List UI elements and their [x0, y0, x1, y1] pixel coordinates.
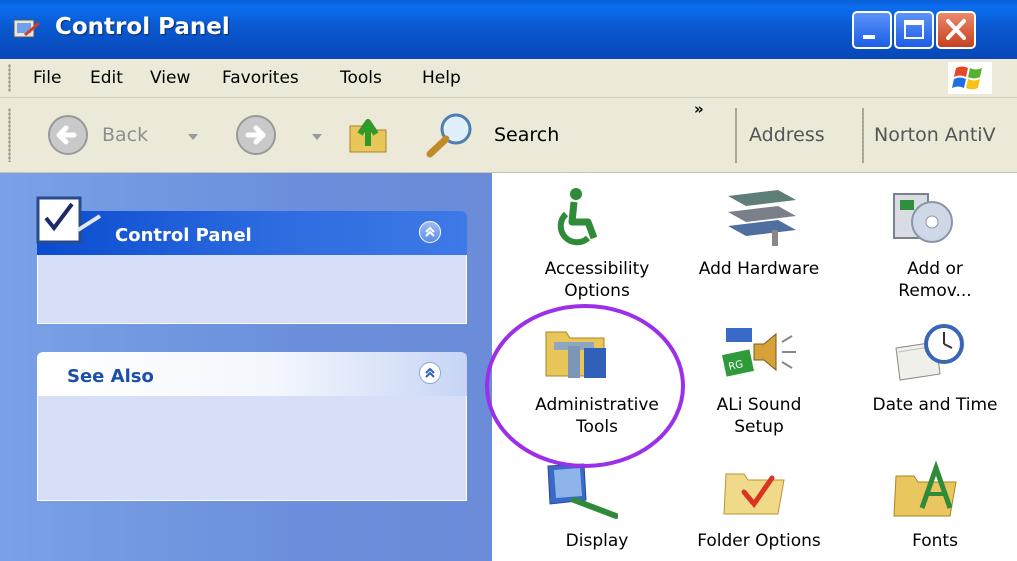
menu-view[interactable]: View — [150, 68, 190, 88]
fonts-icon[interactable] — [892, 460, 964, 520]
search-button[interactable]: Search — [420, 110, 580, 158]
back-dropdown-icon — [188, 134, 198, 140]
windows-logo-icon — [948, 62, 992, 94]
item-label: Options — [564, 281, 630, 301]
close-icon — [946, 19, 966, 40]
control-panel-icon — [13, 19, 40, 38]
back-arrow-icon — [48, 115, 88, 155]
item-label: Add or — [907, 259, 963, 279]
date-time-item[interactable]: Date and Time — [850, 394, 1017, 416]
up-folder-icon[interactable] — [346, 112, 392, 156]
control-panel-box-body — [37, 255, 467, 324]
minimize-button[interactable] — [852, 11, 892, 49]
accessibility-icon[interactable] — [544, 186, 606, 248]
address-label[interactable]: Address — [749, 124, 825, 146]
menu-tools[interactable]: Tools — [340, 68, 382, 88]
menu-favorites[interactable]: Favorites — [222, 68, 299, 88]
control-panel-checklist-icon — [36, 196, 102, 244]
control-panel-box-title: Control Panel — [115, 225, 252, 246]
date-time-icon[interactable] — [890, 322, 970, 382]
highlight-circle — [485, 304, 685, 468]
fonts-item[interactable]: Fonts — [850, 530, 1017, 552]
item-label: Fonts — [912, 531, 958, 551]
add-remove-programs-item[interactable]: Add or Remov... — [850, 258, 1017, 302]
close-button[interactable] — [936, 11, 976, 49]
folder-options-icon[interactable] — [722, 462, 792, 518]
back-button[interactable]: Back — [46, 112, 206, 158]
accessibility-options-item[interactable]: Accessibility Options — [512, 258, 682, 302]
collapse-icon[interactable] — [419, 362, 441, 384]
item-label: Date and Time — [872, 395, 998, 415]
toolbar-separator — [862, 108, 864, 163]
see-also-box-title: See Also — [67, 366, 154, 387]
add-hardware-icon[interactable] — [720, 186, 800, 248]
collapse-icon[interactable] — [419, 221, 441, 243]
task-pane: Control Panel See Also — [0, 173, 492, 561]
norton-antivirus-toolbar[interactable]: Norton AntiV — [874, 124, 996, 146]
maximize-button[interactable] — [894, 11, 934, 49]
search-icon — [426, 113, 472, 158]
menu-help[interactable]: Help — [422, 68, 461, 88]
item-label: Accessibility — [544, 259, 650, 279]
item-label: ALi Sound — [716, 395, 802, 415]
double-chevron-up-icon — [425, 226, 435, 237]
add-remove-programs-icon[interactable] — [888, 184, 960, 250]
see-also-box-header[interactable]: See Also — [37, 352, 467, 396]
toolbar: Back Search » Address Norton AntiV — [0, 98, 1017, 173]
folder-options-item[interactable]: Folder Options — [674, 530, 844, 552]
ali-sound-icon[interactable]: RG — [720, 322, 800, 382]
item-label: Folder Options — [697, 531, 821, 551]
see-also-box-body — [37, 396, 467, 501]
display-item[interactable]: Display — [512, 530, 682, 552]
menu-grip[interactable] — [8, 64, 11, 92]
item-label: Add Hardware — [698, 259, 820, 279]
minimize-icon — [863, 35, 875, 39]
add-hardware-item[interactable]: Add Hardware — [674, 258, 844, 280]
toolbar-separator — [735, 108, 737, 163]
item-label: Remov... — [898, 281, 972, 301]
maximize-icon — [904, 20, 924, 39]
menu-file[interactable]: File — [33, 68, 61, 88]
toolbar-chevron-icon[interactable]: » — [694, 100, 704, 118]
search-label: Search — [494, 124, 560, 146]
item-label: Display — [565, 531, 629, 551]
menu-bar: File Edit View Favorites Tools Help — [0, 59, 1017, 98]
menu-edit[interactable]: Edit — [90, 68, 123, 88]
item-label: Setup — [734, 417, 784, 437]
forward-button[interactable] — [234, 112, 322, 158]
forward-dropdown-icon — [312, 134, 322, 140]
window-title: Control Panel — [55, 14, 230, 40]
toolbar-grip[interactable] — [8, 108, 11, 162]
title-bar: Control Panel — [0, 0, 1017, 59]
forward-arrow-icon — [236, 115, 276, 155]
see-also-box: See Also — [37, 352, 467, 502]
ali-sound-setup-item[interactable]: ALi Sound Setup — [674, 394, 844, 438]
double-chevron-up-icon — [425, 367, 435, 378]
back-label: Back — [102, 124, 149, 146]
